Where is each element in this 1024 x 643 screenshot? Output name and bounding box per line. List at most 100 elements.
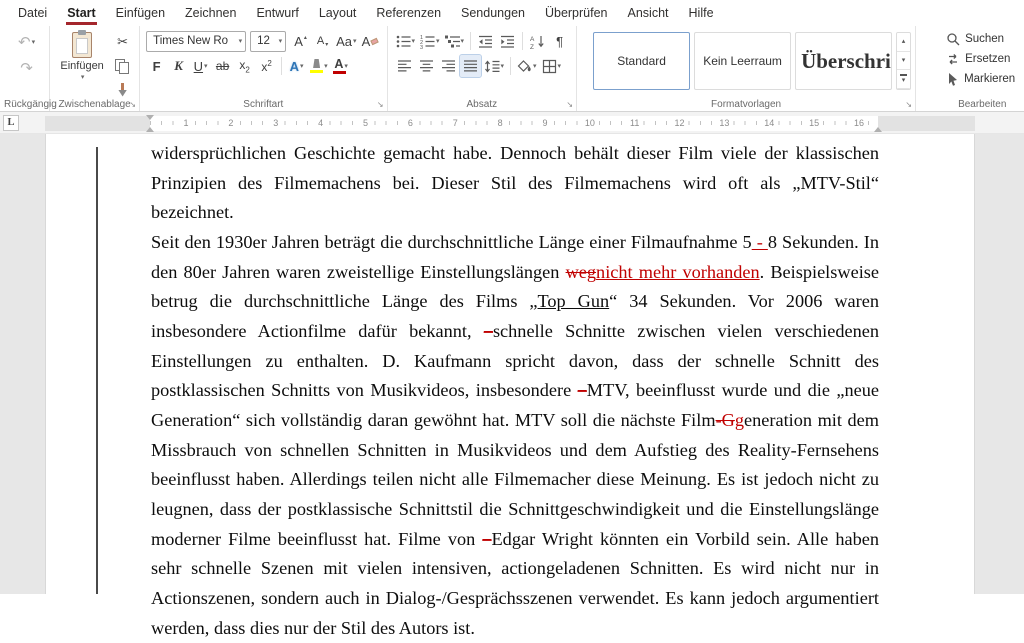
tab-stop-selector[interactable]: L bbox=[3, 115, 19, 131]
sort-button[interactable]: AZ bbox=[527, 30, 548, 52]
separator bbox=[281, 57, 282, 75]
ruler-number-8: 8 bbox=[496, 118, 505, 129]
shading-button[interactable]: ▾ bbox=[515, 55, 539, 77]
pilcrow-icon: ¶ bbox=[556, 34, 563, 49]
font-color-icon: A bbox=[334, 58, 343, 75]
font-color-button[interactable]: A ▾ bbox=[331, 55, 352, 77]
menu-tab-einfügen[interactable]: Einfügen bbox=[106, 0, 175, 26]
document-text[interactable]: widersprüchlichen Geschichte gemacht hab… bbox=[151, 139, 879, 643]
menu-tab-zeichnen[interactable]: Zeichnen bbox=[175, 0, 246, 26]
underline-icon: U bbox=[194, 59, 203, 74]
find-button[interactable]: Suchen bbox=[946, 29, 1004, 49]
multilevel-list-button[interactable]: ▾ bbox=[443, 30, 467, 52]
underline-button[interactable]: U ▾ bbox=[190, 55, 211, 77]
copy-button[interactable] bbox=[112, 55, 133, 77]
line-spacing-button[interactable]: ▾ bbox=[482, 55, 507, 77]
borders-button[interactable]: ▾ bbox=[540, 55, 564, 77]
change-case-button[interactable]: Aa ▾ bbox=[334, 30, 358, 52]
align-right-icon bbox=[441, 59, 456, 73]
justify-button[interactable] bbox=[460, 55, 481, 77]
italic-button[interactable]: K bbox=[168, 55, 189, 77]
svg-text:3: 3 bbox=[420, 45, 423, 49]
grow-font-icon: A bbox=[294, 34, 303, 49]
clear-formatting-icon: A bbox=[362, 34, 379, 49]
menu-tab-hilfe[interactable]: Hilfe bbox=[679, 0, 724, 26]
menu-tab-layout[interactable]: Layout bbox=[309, 0, 367, 26]
menu-tab-überprüfen[interactable]: Überprüfen bbox=[535, 0, 618, 26]
chevron-down-icon: ▾ bbox=[300, 63, 304, 70]
dialog-launcher-icon[interactable]: ↘ bbox=[377, 101, 384, 109]
subscript-button[interactable]: x2 bbox=[234, 55, 255, 77]
menu-tabs: DateiStartEinfügenZeichnenEntwurfLayoutR… bbox=[8, 0, 724, 26]
dialog-launcher-icon[interactable]: ↘ bbox=[566, 101, 573, 109]
undo-button[interactable]: ↶ ▾ bbox=[16, 31, 37, 53]
replace-label: Ersetzen bbox=[965, 53, 1010, 65]
menu-tab-ansicht[interactable]: Ansicht bbox=[618, 0, 679, 26]
text-effects-button[interactable]: A ▾ bbox=[286, 55, 307, 77]
clear-formatting-button[interactable]: A bbox=[360, 30, 381, 52]
select-button[interactable]: Markieren bbox=[946, 69, 1015, 89]
bullets-button[interactable]: ▾ bbox=[394, 30, 418, 52]
right-indent-marker[interactable] bbox=[874, 127, 882, 132]
align-right-button[interactable] bbox=[438, 55, 459, 77]
styles-more-button[interactable]: ▾ bbox=[897, 70, 910, 89]
svg-text:A: A bbox=[530, 36, 535, 43]
dialog-launcher-icon[interactable]: ↘ bbox=[129, 101, 136, 109]
group-label-undo: Rückgängig bbox=[4, 99, 49, 110]
undo-icon: ↶ bbox=[18, 33, 31, 51]
format-painter-button[interactable] bbox=[112, 79, 133, 101]
style-card--berschri[interactable]: Überschri bbox=[795, 32, 892, 90]
ruler-number-7: 7 bbox=[451, 118, 460, 129]
chevron-down-icon: ▾ bbox=[81, 74, 85, 81]
grow-font-button[interactable]: A▴ bbox=[290, 30, 311, 52]
align-center-button[interactable] bbox=[416, 55, 437, 77]
chevron-down-icon: ▾ bbox=[501, 63, 505, 70]
font-name-combo[interactable]: Times New Ro ▾ bbox=[146, 31, 246, 52]
font-size-combo[interactable]: 12 ▾ bbox=[250, 31, 286, 52]
menu-tab-datei[interactable]: Datei bbox=[8, 0, 57, 26]
horizontal-ruler[interactable]: 12345678910111213141516 bbox=[45, 116, 975, 131]
strikethrough-icon: ab bbox=[216, 59, 229, 73]
find-label: Suchen bbox=[965, 33, 1004, 45]
group-clipboard: Einfügen ▾ ✂ Zwischenablage ↘ bbox=[50, 26, 140, 111]
chevron-down-icon: ▾ bbox=[279, 38, 283, 45]
superscript-icon: x2 bbox=[261, 59, 271, 74]
style-card-standard[interactable]: Standard bbox=[593, 32, 690, 90]
paragraph[interactable]: widersprüchlichen Geschichte gemacht hab… bbox=[151, 139, 879, 228]
show-formatting-marks-button[interactable]: ¶ bbox=[549, 30, 570, 52]
styles-scroll-down-button[interactable]: ▾ bbox=[897, 52, 910, 71]
highlight-icon bbox=[310, 59, 323, 73]
menu-tab-referenzen[interactable]: Referenzen bbox=[366, 0, 451, 26]
first-line-indent-marker[interactable] bbox=[146, 115, 154, 120]
replace-button[interactable]: Ersetzen bbox=[946, 49, 1010, 69]
paste-button[interactable]: Einfügen ▾ bbox=[56, 29, 108, 101]
menu-tab-start[interactable]: Start bbox=[57, 0, 105, 26]
copy-icon bbox=[115, 59, 130, 74]
increase-indent-button[interactable] bbox=[497, 30, 518, 52]
superscript-button[interactable]: x2 bbox=[256, 55, 277, 77]
inserted-text: - bbox=[752, 232, 768, 252]
style-card-kein-leerraum[interactable]: Kein Leerraum bbox=[694, 32, 791, 90]
menu-tab-entwurf[interactable]: Entwurf bbox=[246, 0, 308, 26]
document-page[interactable]: widersprüchlichen Geschichte gemacht hab… bbox=[45, 134, 975, 594]
numbering-button[interactable]: 123 ▾ bbox=[418, 30, 442, 52]
justify-icon bbox=[463, 59, 478, 73]
chevron-down-icon: ▾ bbox=[412, 38, 416, 45]
align-left-button[interactable] bbox=[394, 55, 415, 77]
left-indent-marker[interactable] bbox=[146, 127, 154, 132]
redo-icon: ↷ bbox=[20, 59, 33, 77]
shading-bucket-icon bbox=[517, 59, 532, 74]
dialog-launcher-icon[interactable]: ↘ bbox=[905, 101, 912, 109]
decrease-indent-button[interactable] bbox=[475, 30, 496, 52]
separator bbox=[522, 32, 523, 50]
cut-button[interactable]: ✂ bbox=[112, 31, 133, 53]
bold-button[interactable]: F bbox=[146, 55, 167, 77]
highlight-button[interactable]: ▾ bbox=[308, 55, 330, 77]
redo-button[interactable]: ↷ bbox=[16, 57, 37, 79]
separator bbox=[510, 57, 511, 75]
styles-scroll-up-button[interactable]: ▴ bbox=[897, 33, 910, 52]
menu-tab-sendungen[interactable]: Sendungen bbox=[451, 0, 535, 26]
paragraph[interactable]: Seit den 1930er Jahren beträgt die durch… bbox=[151, 228, 879, 643]
shrink-font-button[interactable]: A▾ bbox=[312, 30, 333, 52]
strikethrough-button[interactable]: ab bbox=[212, 55, 233, 77]
